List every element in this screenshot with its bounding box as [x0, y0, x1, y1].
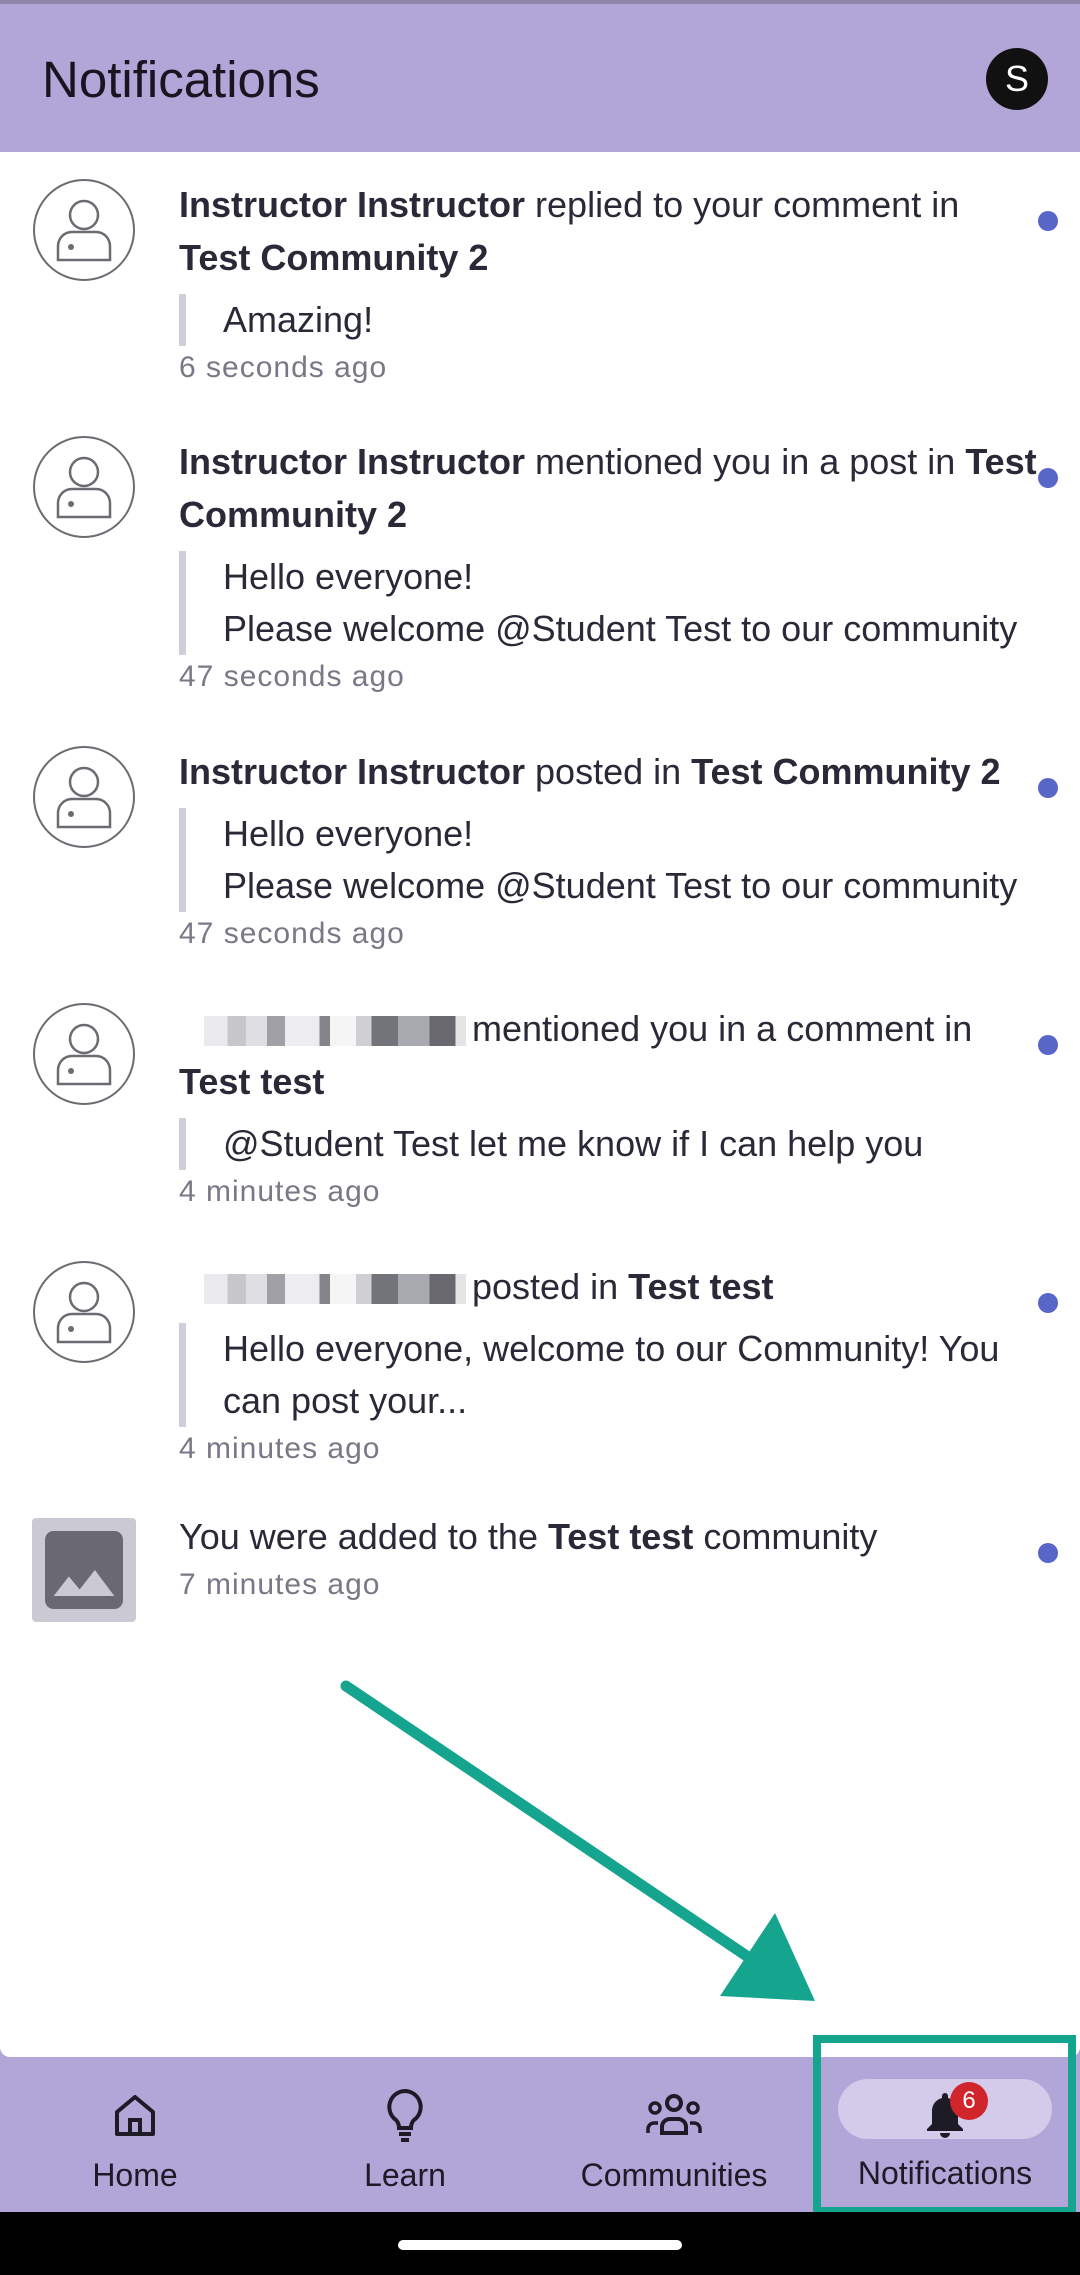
profile-avatar-button[interactable]: S [986, 48, 1048, 110]
community-image [32, 1518, 136, 1622]
notification-text: mentioned you in a comment in Test test [179, 1008, 973, 1102]
unread-dot [1038, 211, 1058, 231]
redacted-username [204, 1274, 466, 1305]
redacted-username [204, 1016, 466, 1047]
notification-quote: Hello everyone! Please welcome @Student T… [179, 551, 1039, 655]
notification-time: 7 minutes ago [179, 1568, 381, 1601]
user-avatar-icon [32, 1002, 136, 1106]
notification-text: Instructor Instructor mentioned you in a… [179, 441, 1037, 535]
home-gesture-bar[interactable] [398, 2240, 682, 2250]
notification-text: Instructor Instructor posted in Test Com… [179, 751, 1001, 792]
user-avatar-icon [32, 745, 136, 849]
page-title: Notifications [42, 51, 320, 108]
user-avatar-icon [32, 178, 136, 282]
unread-dot [1038, 778, 1058, 798]
image-icon [45, 1531, 123, 1609]
nav-learn[interactable]: Learn [325, 2057, 485, 2212]
unread-dot [1038, 468, 1058, 488]
notification-text: Instructor Instructor replied to your co… [179, 184, 960, 278]
nav-home[interactable]: Home [55, 2057, 215, 2212]
notification-quote: @Student Test let me know if I can help … [179, 1118, 1039, 1170]
unread-dot [1038, 1293, 1058, 1313]
notification-text: You were added to the Test test communit… [179, 1516, 878, 1557]
unread-dot [1038, 1543, 1058, 1563]
people-icon [645, 2087, 703, 2143]
notification-time: 47 seconds ago [179, 660, 405, 693]
notifications-list: Instructor Instructor replied to your co… [0, 152, 1080, 2057]
notification-time: 4 minutes ago [179, 1432, 381, 1465]
notification-time: 4 minutes ago [179, 1175, 381, 1208]
notification-quote: Hello everyone, welcome to our Community… [179, 1323, 1039, 1427]
unread-dot [1038, 1035, 1058, 1055]
notification-time: 6 seconds ago [179, 351, 388, 384]
user-avatar-icon [32, 435, 136, 539]
annotation-highlight-box [813, 2035, 1076, 2215]
lightbulb-icon [383, 2087, 427, 2143]
notification-time: 47 seconds ago [179, 917, 405, 950]
notification-quote: Hello everyone! Please welcome @Student T… [179, 808, 1039, 912]
notification-quote: Amazing! [179, 294, 1039, 346]
user-avatar-icon [32, 1260, 136, 1364]
notification-text: posted in Test test [179, 1260, 1039, 1313]
nav-communities[interactable]: Communities [563, 2057, 785, 2212]
app-header: Notifications S [0, 4, 1080, 152]
home-icon [111, 2087, 159, 2143]
